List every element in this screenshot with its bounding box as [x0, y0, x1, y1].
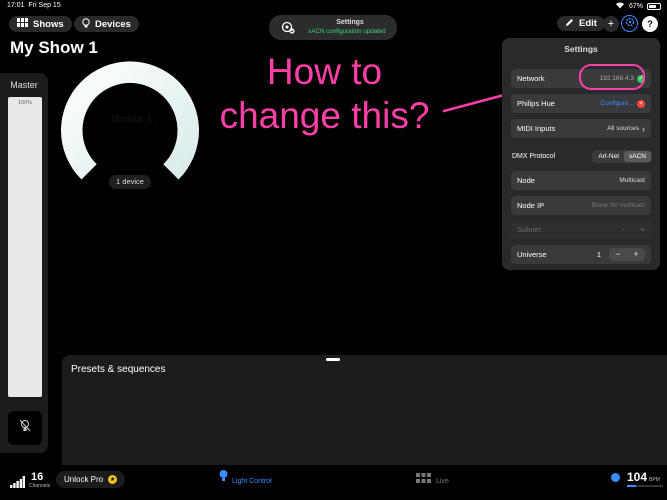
settings-title: Settings	[564, 44, 598, 54]
node-ip-label: Node IP	[517, 201, 545, 210]
universe-plus-button[interactable]: +	[627, 248, 645, 261]
subnet-row: Subnet - +	[511, 220, 651, 239]
midi-label: MIDI Inputs	[517, 124, 556, 133]
live-label: Live	[436, 477, 449, 485]
subnet-plus-button[interactable]: +	[640, 225, 645, 234]
node-value: Multicast	[619, 177, 645, 184]
error-icon: ×	[637, 99, 645, 108]
sacn-option[interactable]: sACN	[624, 151, 651, 162]
midi-value: All sources	[607, 125, 639, 132]
universe-label: Universe	[517, 250, 547, 259]
universe-minus-button[interactable]: −	[609, 248, 627, 261]
philips-hue-configure: Configure...	[600, 100, 634, 107]
unlock-pro-label: Unlock Pro	[64, 475, 104, 484]
presets-panel: Presets & sequences	[62, 355, 667, 465]
node-row[interactable]: Node Multicast	[511, 171, 651, 190]
subnet-minus-button[interactable]: -	[622, 225, 625, 234]
artnet-option[interactable]: Art-Net	[593, 151, 624, 162]
tab-light-control[interactable]: Light Control	[219, 469, 272, 485]
universe-value: 1	[596, 250, 601, 259]
philips-hue-label: Philips Hue	[517, 99, 555, 108]
midi-inputs-row[interactable]: MIDI Inputs All sources ›	[511, 119, 651, 138]
signal-bars-icon	[10, 475, 25, 493]
universe-row: Universe 1 − +	[511, 245, 651, 264]
chevron-right-icon: ›	[642, 123, 645, 134]
subnet-label: Subnet	[517, 225, 541, 234]
node-ip-row: Node IP Blank for multicast	[511, 196, 651, 215]
tempo-indicator	[611, 473, 620, 482]
grid-icon	[416, 473, 431, 485]
light-control-label: Light Control	[232, 477, 272, 485]
channels-label: Channels	[29, 483, 51, 489]
bpm-value[interactable]: 104	[627, 470, 647, 484]
node-label: Node	[517, 176, 535, 185]
tab-live[interactable]: Live	[416, 473, 449, 485]
bpm-label: BPM	[649, 477, 660, 483]
philips-hue-row[interactable]: Philips Hue Configure... ×	[511, 94, 651, 113]
presets-label: Presets & sequences	[71, 364, 166, 375]
dmx-protocol-row: DMX Protocol Art-Net sACN	[512, 150, 652, 163]
universe-stepper: − +	[609, 248, 645, 261]
bpm-bar	[627, 485, 663, 487]
node-ip-field[interactable]: Blank for multicast	[592, 202, 645, 209]
dmx-protocol-label: DMX Protocol	[512, 153, 556, 160]
dmx-protocol-segmented: Art-Net sACN	[592, 150, 652, 163]
highlight-ellipse	[579, 64, 645, 90]
unlock-pro-button[interactable]: Unlock Pro ★	[56, 471, 126, 488]
lightbulb-icon	[219, 469, 228, 485]
channels-count: 16	[31, 471, 44, 483]
bottom-bar: 16 Channels Unlock Pro ★ Light Control L…	[0, 465, 667, 500]
drag-handle[interactable]	[326, 358, 340, 361]
star-icon: ★	[108, 475, 118, 484]
